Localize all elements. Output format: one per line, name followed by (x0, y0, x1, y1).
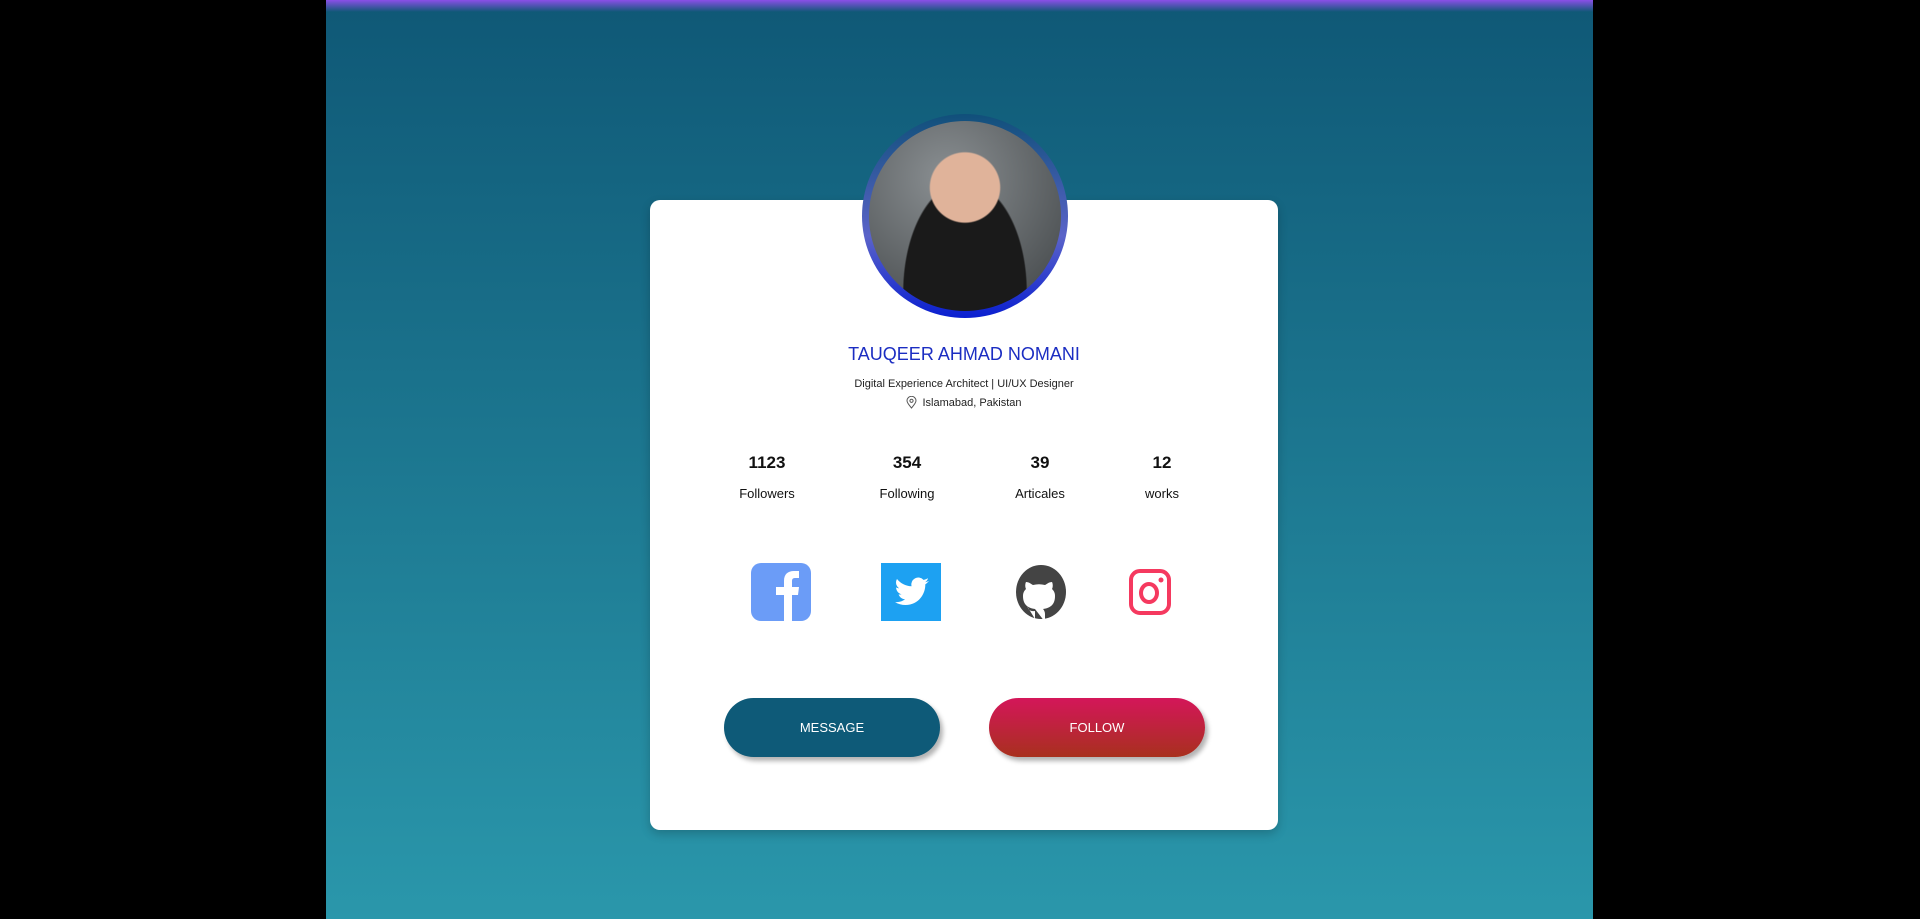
avatar-photo (869, 121, 1061, 311)
follow-button[interactable]: FOLLOW (989, 698, 1205, 757)
stat-label: Articales (1015, 486, 1065, 501)
twitter-icon[interactable] (881, 562, 941, 622)
stat-value: 354 (892, 453, 922, 472)
stat-followers: 1123 Followers (707, 453, 827, 501)
stat-value: 12 (1152, 453, 1172, 472)
location-text: Islamabad, Pakistan (922, 397, 1022, 409)
github-icon[interactable] (1011, 562, 1071, 622)
stat-label: Followers (739, 486, 795, 501)
message-button[interactable]: MESSAGE (724, 698, 940, 757)
stat-articles: 39 Articales (980, 453, 1100, 501)
profile-location: Islamabad, Pakistan (650, 395, 1278, 409)
stat-label: Following (879, 486, 935, 501)
stat-value: 1123 (748, 453, 786, 472)
avatar (862, 114, 1068, 318)
stat-following: 354 Following (847, 453, 967, 501)
profile-role: Digital Experience Architect | UI/UX Des… (854, 378, 1074, 390)
page-background: TAUQEER AHMAD NOMANI Digital Experience … (326, 0, 1593, 919)
facebook-icon[interactable] (751, 562, 811, 622)
stat-works: 12 works (1102, 453, 1222, 501)
top-stripe (326, 0, 1593, 12)
profile-name: TAUQEER AHMAD NOMANI (848, 344, 1080, 364)
stat-value: 39 (1030, 453, 1050, 472)
instagram-icon[interactable] (1120, 562, 1180, 622)
stat-label: works (1145, 486, 1179, 501)
location-pin-icon (906, 395, 917, 409)
